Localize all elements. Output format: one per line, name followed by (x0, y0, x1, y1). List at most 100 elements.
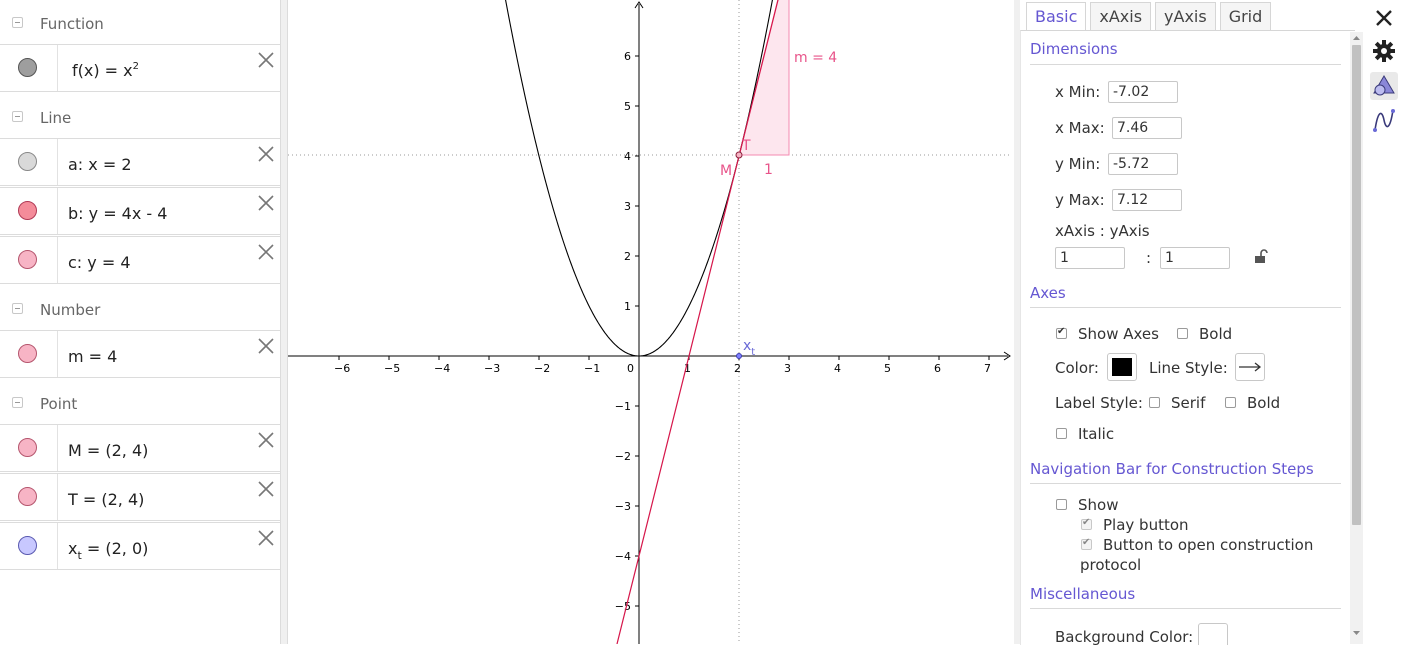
visibility-marble-icon[interactable] (18, 152, 37, 171)
tab-xaxis[interactable]: xAxis (1090, 2, 1152, 30)
ymin-input[interactable]: -5.72 (1108, 153, 1178, 175)
close-icon[interactable] (1370, 4, 1398, 32)
graphics-settings-button[interactable] (1370, 72, 1398, 100)
algebra-expression[interactable]: xt = (2, 0) (68, 523, 148, 577)
collapse-icon[interactable] (12, 303, 23, 314)
algebra-item-T[interactable]: T = (2, 4) (0, 473, 280, 521)
x-tick-label: 5 (884, 362, 891, 375)
ymin-label: y Min: (1055, 155, 1101, 173)
point-T-label: T (741, 138, 751, 154)
group-title: Line (40, 109, 72, 127)
background-color-button[interactable] (1198, 623, 1228, 645)
algebra-item-b[interactable]: b: y = 4x - 4 (0, 187, 280, 235)
properties-panel: Basic xAxis yAxis Grid Dimensions x Min:… (1014, 0, 1364, 645)
xmax-label: x Max: (1055, 119, 1105, 137)
ratio-x-input[interactable]: 1 (1055, 247, 1125, 269)
delete-icon[interactable] (256, 144, 276, 164)
algebra-item-xt[interactable]: xt = (2, 0) (0, 522, 280, 570)
point-xt[interactable] (736, 353, 742, 359)
y-axis-ticks: 1 2 3 4 5 6 −1 −2 −3 −4 −5 (615, 50, 639, 613)
visibility-marble-icon[interactable] (18, 201, 37, 220)
nav-show-label: Show (1078, 496, 1119, 514)
group-header-point[interactable]: Point (0, 380, 280, 424)
show-axes-checkbox[interactable] (1056, 326, 1067, 339)
nav-show-checkbox[interactable] (1056, 499, 1067, 510)
algebra-item-f[interactable]: f(x) = x2 (0, 44, 280, 92)
group-header-number[interactable]: Number (0, 286, 280, 330)
gear-icon[interactable] (1370, 37, 1398, 65)
serif-checkbox[interactable] (1149, 397, 1160, 408)
delete-icon[interactable] (256, 242, 276, 262)
group-title: Point (40, 395, 78, 413)
delete-icon[interactable] (256, 336, 276, 356)
visibility-marble-icon[interactable] (18, 344, 37, 363)
algebra-item-m[interactable]: m = 4 (0, 330, 280, 378)
algebra-expression[interactable]: c: y = 4 (68, 237, 131, 289)
axis-color-button[interactable] (1107, 353, 1137, 381)
visibility-marble-icon[interactable] (18, 438, 37, 457)
algebra-expression[interactable]: T = (2, 4) (68, 474, 144, 526)
italic-checkbox[interactable] (1056, 428, 1067, 439)
algebra-expression[interactable]: f(x) = x2 (72, 45, 139, 100)
x-tick-label: −2 (534, 362, 550, 375)
group-header-function[interactable]: Function (0, 0, 280, 44)
xmax-input[interactable]: 7.46 (1112, 117, 1182, 139)
algebra-expression[interactable]: M = (2, 4) (68, 425, 148, 477)
collapse-icon[interactable] (12, 17, 23, 28)
scroll-down-icon[interactable] (1352, 629, 1361, 637)
section-dimensions: Dimensions (1030, 40, 1118, 58)
tab-basic[interactable]: Basic (1026, 2, 1087, 30)
line-style-label: Line Style: (1149, 359, 1228, 377)
open-protocol-label-cont: protocol (1080, 556, 1142, 574)
x-tick-label: −6 (334, 362, 350, 375)
slope-label[interactable]: m = 4 (794, 50, 837, 66)
collapse-icon[interactable] (12, 397, 23, 408)
delete-icon[interactable] (256, 193, 276, 213)
delete-icon[interactable] (256, 430, 276, 450)
group-header-line[interactable]: Line (0, 94, 280, 138)
function-curve-icon[interactable] (1370, 106, 1398, 134)
visibility-marble-icon[interactable] (18, 250, 37, 269)
tab-yaxis[interactable]: yAxis (1155, 2, 1216, 30)
y-tick-label: −5 (615, 600, 631, 613)
algebra-expression[interactable]: a: x = 2 (68, 139, 132, 191)
delete-icon[interactable] (256, 50, 276, 70)
unlock-icon[interactable] (1253, 248, 1269, 266)
x-tick-label: −3 (484, 362, 500, 375)
algebra-item-c[interactable]: c: y = 4 (0, 236, 280, 284)
delete-icon[interactable] (256, 528, 276, 548)
x-tick-label: 4 (834, 362, 841, 375)
y-tick-label: −4 (615, 550, 631, 563)
y-tick-label: 2 (624, 250, 631, 263)
visibility-marble-icon[interactable] (18, 487, 37, 506)
algebra-expression[interactable]: m = 4 (68, 331, 117, 383)
bold-checkbox[interactable] (1177, 328, 1188, 339)
x-tick-label: 7 (984, 362, 991, 375)
ymax-input[interactable]: 7.12 (1112, 189, 1182, 211)
graphics-view[interactable]: −6 −5 −4 −3 −2 −1 0 1 2 3 4 5 6 7 1 2 3 4 5 6 −1 −2 −3 −4 −5 m … (288, 0, 1012, 645)
delete-icon[interactable] (256, 479, 276, 499)
algebra-expression[interactable]: b: y = 4x - 4 (68, 188, 167, 240)
x-tick-label: 0 (627, 362, 634, 375)
algebra-item-a[interactable]: a: x = 2 (0, 138, 280, 186)
point-M[interactable] (735, 151, 743, 159)
tab-grid[interactable]: Grid (1219, 2, 1272, 30)
collapse-icon[interactable] (12, 111, 23, 122)
label-bold-checkbox[interactable] (1225, 397, 1236, 408)
graphics-canvas[interactable]: −6 −5 −4 −3 −2 −1 0 1 2 3 4 5 6 7 1 2 3 4 5 6 −1 −2 −3 −4 −5 m … (288, 0, 1012, 645)
scroll-up-icon[interactable] (1352, 34, 1361, 42)
play-button-checkbox[interactable] (1081, 517, 1092, 530)
visibility-marble-icon[interactable] (18, 58, 37, 77)
visibility-marble-icon[interactable] (18, 536, 37, 555)
xmin-input[interactable]: -7.02 (1108, 81, 1178, 103)
x-tick-label: 6 (934, 362, 941, 375)
slope-triangle[interactable] (738, 0, 790, 156)
properties-scrollbar[interactable] (1350, 32, 1363, 644)
line-style-button[interactable] (1235, 353, 1265, 381)
algebra-item-M[interactable]: M = (2, 4) (0, 424, 280, 472)
play-button-label: Play button (1103, 516, 1189, 534)
ratio-y-input[interactable]: 1 (1160, 247, 1230, 269)
view-splitter[interactable] (281, 0, 288, 644)
open-protocol-checkbox[interactable] (1081, 537, 1092, 550)
scrollbar-thumb[interactable] (1352, 45, 1361, 525)
